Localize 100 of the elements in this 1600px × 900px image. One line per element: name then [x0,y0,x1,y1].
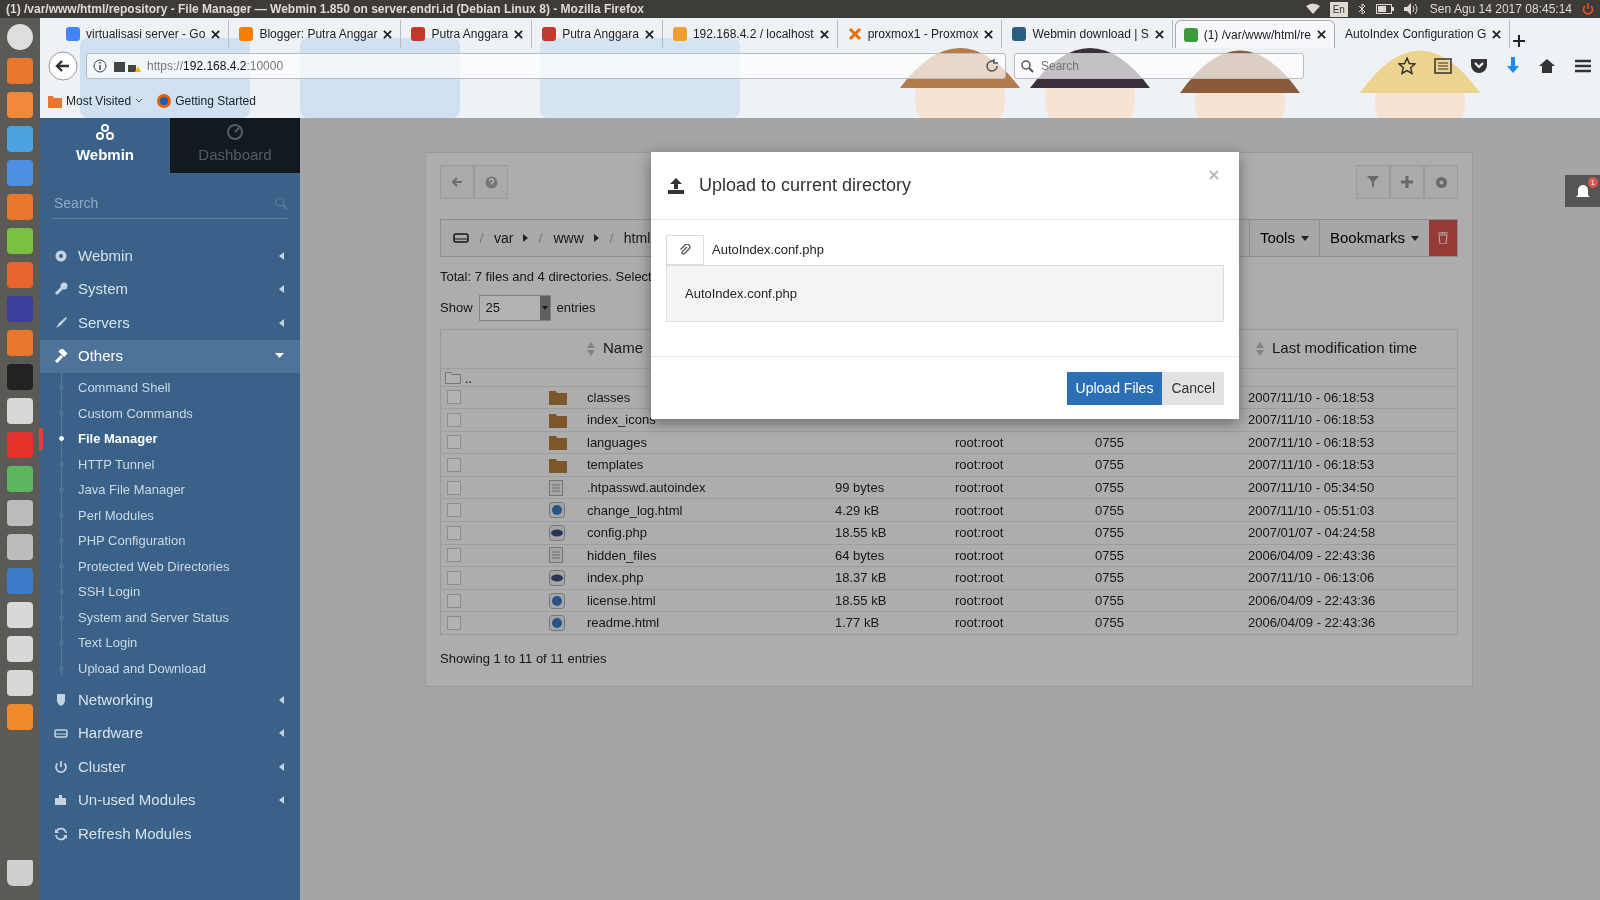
breadcrumb-link[interactable]: var [494,227,514,249]
add-button[interactable] [1390,165,1424,199]
drive-icon[interactable] [453,232,469,244]
sidebar-submenu-item[interactable]: Custom Commands [40,400,300,426]
upload-button[interactable]: Upload Files [1066,371,1163,405]
sidebar-submenu-item[interactable]: HTTP Tunnel [40,451,300,477]
new-tab-icon[interactable] [1512,34,1527,48]
column-header[interactable]: Last modification time [1256,337,1457,360]
back-icon[interactable] [48,51,78,81]
sidebar-submenu-item[interactable]: Text Login [40,630,300,656]
entries-select[interactable]: 25 [478,294,551,321]
app-icon[interactable] [7,24,33,50]
browser-tab[interactable]: 192.168.4.2 / localhost [664,20,838,48]
row-checkbox[interactable] [447,571,461,586]
row-checkbox[interactable] [447,593,461,608]
keyboard-indicator[interactable]: En [1329,1,1348,17]
sidebar-menu-item[interactable]: Un-used Modules [40,783,300,817]
sidebar-menu-item[interactable]: Hardware [40,716,300,750]
volume-icon[interactable] [1403,3,1420,15]
browser-tab[interactable]: proxmox1 - Proxmox [839,20,1003,48]
browser-tab[interactable]: virtualisasi server - Go [58,20,230,48]
sidebar-submenu-item[interactable]: Protected Web Directories [40,553,300,579]
sidebar-menu-item[interactable]: Servers [40,306,300,340]
sidebar-submenu-item[interactable]: Command Shell [40,375,300,401]
menu-icon[interactable] [1574,59,1592,73]
star-icon[interactable] [1398,57,1416,75]
address-bar[interactable]: https://192.168.4.2:10000 [86,53,1006,79]
notifications-button[interactable]: 1 [1565,175,1600,207]
file-name-link[interactable]: config.php [587,523,835,543]
row-checkbox[interactable] [447,616,461,631]
row-checkbox[interactable] [447,390,461,405]
file-name-link[interactable]: templates [587,455,835,475]
wifi-icon[interactable] [1305,3,1320,15]
close-icon[interactable] [383,29,393,39]
sidebar-menu-item[interactable]: Refresh Modules [40,817,300,851]
trash-icon[interactable] [7,860,33,886]
row-checkbox[interactable] [447,503,461,518]
sidebar-menu-item[interactable]: Webmin [40,239,300,273]
power-icon[interactable] [1582,3,1594,15]
file-input-field[interactable]: AutoIndex.conf.php [666,235,1224,265]
sidebar-menu-item[interactable]: System [40,272,300,306]
list-icon[interactable] [1434,58,1452,74]
search-field[interactable]: Search [1014,53,1304,79]
bookmark-link[interactable]: Most Visited [48,92,144,110]
sidebar-submenu-item[interactable]: Upload and Download [40,655,300,681]
close-icon[interactable] [644,29,654,39]
file-name-link[interactable]: change_log.html [587,500,835,520]
cancel-button[interactable]: Cancel [1162,371,1224,405]
row-checkbox[interactable] [447,480,461,495]
filter-button[interactable] [1356,165,1390,199]
breadcrumb-link[interactable]: www [553,227,584,249]
breadcrumb-link[interactable]: html [623,227,651,249]
sidebar-submenu-item[interactable]: File Manager [40,426,300,452]
sidebar-submenu-item[interactable]: System and Server Status [40,604,300,630]
row-checkbox[interactable] [447,412,461,427]
row-checkbox[interactable] [447,548,461,563]
back-button[interactable] [440,165,474,199]
sidebar-submenu-item[interactable]: SSH Login [40,579,300,605]
sidebar-submenu-item[interactable]: Perl Modules [40,502,300,528]
sidebar-menu-item[interactable]: Networking [40,683,300,717]
file-name-link[interactable]: .htpasswd.autoindex [587,477,835,498]
bluetooth-icon[interactable] [1357,3,1366,15]
close-icon[interactable] [1317,30,1327,39]
browser-tab[interactable]: Blogger: Putra Anggar [231,20,402,48]
column-header[interactable]: Name [587,337,835,360]
close-icon[interactable] [984,29,994,39]
sidebar-submenu-item[interactable]: Java File Manager [40,477,300,503]
close-icon[interactable] [819,29,829,39]
sidebar-menu-item[interactable]: Others [40,339,300,373]
close-icon[interactable] [1154,29,1164,39]
row-checkbox[interactable] [447,458,461,473]
reload-icon[interactable] [985,59,999,73]
close-icon[interactable] [211,29,221,39]
parent-directory-link[interactable]: .. [445,368,549,388]
delete-button[interactable] [1429,220,1457,256]
help-button[interactable] [474,165,508,199]
battery-icon[interactable] [1375,4,1394,14]
file-name-link[interactable]: license.html [587,590,835,611]
sidebar-menu-item[interactable]: Cluster [40,750,300,784]
browser-tab[interactable]: Webmin download | S [1004,20,1173,48]
file-name-link[interactable]: hidden_files [587,545,835,566]
close-icon[interactable] [514,29,524,39]
download-icon[interactable] [1506,57,1520,75]
settings-button[interactable] [1424,165,1458,199]
row-checkbox[interactable] [447,435,461,450]
home-icon[interactable] [1538,58,1556,74]
file-name-link[interactable]: readme.html [587,613,835,633]
browser-tab[interactable]: AutoIndex Configuration G [1337,20,1511,48]
browser-tab[interactable]: Putra Anggara [403,20,533,48]
search-icon[interactable] [275,197,288,210]
sidebar-search-field[interactable]: Search [52,189,275,218]
browser-tab[interactable]: Putra Anggara [534,20,663,48]
browser-tab[interactable]: (1) /var/www/html/re [1174,20,1336,48]
file-name-link[interactable]: languages [587,432,835,453]
sidebar-submenu-item[interactable]: PHP Configuration [40,528,300,554]
close-icon[interactable] [1492,29,1502,39]
bookmark-link[interactable]: Getting Started [157,92,256,110]
row-checkbox[interactable] [447,525,461,540]
file-name-link[interactable]: index.php [587,568,835,588]
clock[interactable]: Sen Agu 14 2017 08:45:14 [1429,0,1572,18]
